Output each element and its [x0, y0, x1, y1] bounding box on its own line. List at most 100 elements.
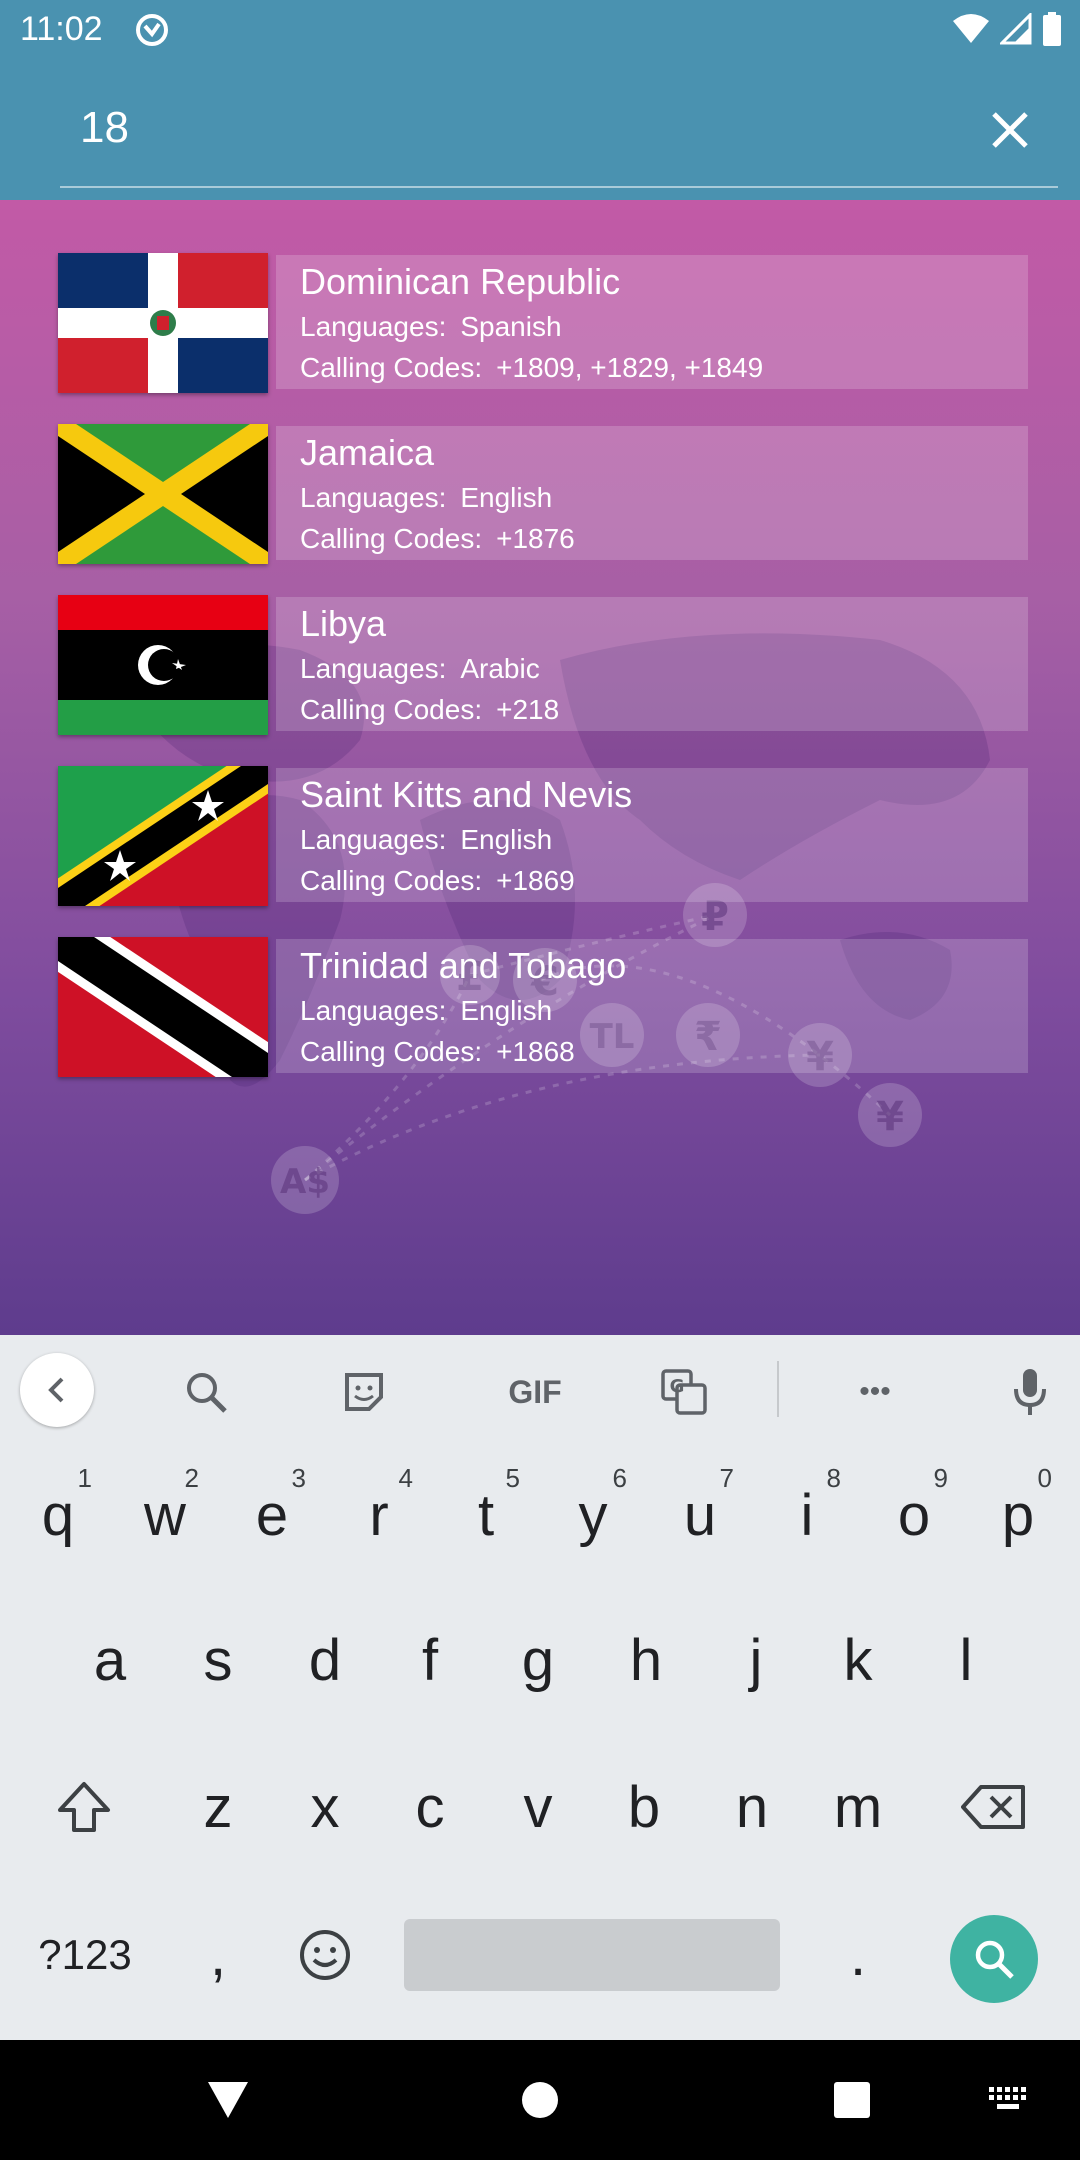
emoji-key[interactable] [277, 1895, 373, 2015]
comma-key[interactable]: , [170, 1895, 266, 2015]
key-u[interactable]: u7 [652, 1455, 748, 1575]
key-label: r [369, 1482, 389, 1548]
key-label: u [683, 1482, 717, 1548]
list-item[interactable]: Dominican Republic Languages: Spanish Cal… [58, 253, 1028, 393]
emoji-icon [300, 1930, 350, 1980]
key-hint: 9 [933, 1463, 948, 1493]
sticker-button[interactable] [329, 1357, 399, 1427]
key-hint: 3 [291, 1463, 306, 1493]
key-j[interactable]: j [708, 1600, 804, 1720]
key-q[interactable]: q1 [10, 1455, 106, 1575]
key-o[interactable]: o9 [866, 1455, 962, 1575]
list-item[interactable]: Saint Kitts and Nevis Languages: English … [58, 766, 1028, 906]
key-p[interactable]: p0 [970, 1455, 1066, 1575]
results-list[interactable]: ₽ £ € TL ₹ ¥ ¥ A$ Dominican Republic Lan… [0, 200, 1080, 1335]
collapse-toolbar-button[interactable] [20, 1353, 94, 1427]
key-a[interactable]: a [62, 1600, 158, 1720]
search-input[interactable] [80, 98, 940, 158]
key-s[interactable]: s [170, 1600, 266, 1720]
back-button[interactable] [198, 2070, 258, 2130]
key-n[interactable]: n [704, 1747, 800, 1867]
key-hint: 0 [1037, 1463, 1052, 1493]
country-card: Trinidad and Tobago Languages: English Ca… [276, 939, 1028, 1073]
period-key[interactable]: . [810, 1895, 906, 2015]
calling-codes-label: Calling Codes: [300, 523, 483, 554]
key-x[interactable]: x [277, 1747, 373, 1867]
battery-icon [1043, 12, 1061, 46]
key-label: y [578, 1482, 608, 1548]
search-action-key[interactable] [950, 1915, 1038, 2003]
clear-search-button[interactable] [980, 100, 1040, 160]
key-label: p [1001, 1482, 1035, 1548]
keyboard-switch-button[interactable] [978, 2070, 1038, 2130]
languages-value: Spanish [460, 311, 562, 342]
key-d[interactable]: d [277, 1600, 373, 1720]
voice-input-button[interactable] [995, 1357, 1065, 1427]
languages-value: English [460, 482, 553, 513]
country-name: Saint Kitts and Nevis [300, 774, 633, 815]
libya-flag [58, 595, 268, 735]
key-l[interactable]: l [918, 1600, 1014, 1720]
calling-codes-label: Calling Codes: [300, 694, 483, 725]
key-z[interactable]: z [170, 1747, 266, 1867]
key-e[interactable]: e3 [224, 1455, 320, 1575]
key-t[interactable]: t5 [438, 1455, 534, 1575]
calling-codes-line: Calling Codes: +218 [300, 694, 559, 726]
backspace-key[interactable] [946, 1747, 1042, 1867]
dominican-republic-flag [58, 253, 268, 393]
languages-line: Languages: English [300, 995, 552, 1027]
key-f[interactable]: f [382, 1600, 478, 1720]
list-item[interactable]: Libya Languages: Arabic Calling Codes: +21… [58, 595, 1028, 735]
languages-label: Languages: [300, 824, 447, 855]
home-button[interactable] [510, 2070, 570, 2130]
space-key[interactable] [404, 1919, 780, 1991]
key-label: o [897, 1482, 931, 1548]
key-h[interactable]: h [598, 1600, 694, 1720]
list-item[interactable]: Trinidad and Tobago Languages: English Ca… [58, 937, 1028, 1077]
symbols-key[interactable]: ?123 [30, 1919, 140, 1991]
key-label: w [144, 1482, 186, 1548]
recents-button[interactable] [822, 2070, 882, 2130]
wifi-icon [953, 14, 989, 43]
shift-icon [58, 1782, 110, 1832]
key-y[interactable]: y6 [545, 1455, 641, 1575]
sync-icon [136, 14, 168, 46]
yen-symbol: ¥ [876, 1094, 904, 1140]
key-r[interactable]: r4 [331, 1455, 427, 1575]
status-icons [952, 12, 1062, 46]
calling-codes-value: +218 [496, 694, 560, 725]
translate-button[interactable]: G [649, 1357, 719, 1427]
languages-line: Languages: English [300, 824, 552, 856]
list-item[interactable]: Jamaica Languages: English Calling Codes:… [58, 424, 1028, 564]
calling-codes-value: +1868 [496, 1036, 575, 1067]
jamaica-flag [58, 424, 268, 564]
key-i[interactable]: i8 [759, 1455, 855, 1575]
key-k[interactable]: k [810, 1600, 906, 1720]
status-time: 11:02 [20, 10, 103, 48]
shift-key[interactable] [36, 1747, 132, 1867]
country-card: Saint Kitts and Nevis Languages: English … [276, 768, 1028, 902]
keyboard-icon [989, 2087, 1026, 2109]
country-name: Jamaica [300, 432, 435, 473]
calling-codes-label: Calling Codes: [300, 352, 483, 383]
key-w[interactable]: w2 [117, 1455, 213, 1575]
calling-codes-line: Calling Codes: +1809, +1829, +1849 [300, 352, 763, 384]
gif-button[interactable]: GIF [485, 1357, 585, 1427]
languages-value: English [460, 824, 553, 855]
calling-codes-label: Calling Codes: [300, 865, 483, 896]
country-name: Trinidad and Tobago [300, 945, 627, 986]
languages-label: Languages: [300, 311, 447, 342]
key-label: i [800, 1482, 814, 1548]
key-v[interactable]: v [490, 1747, 586, 1867]
key-m[interactable]: m [810, 1747, 906, 1867]
keyboard-search-button[interactable] [171, 1357, 241, 1427]
key-g[interactable]: g [490, 1600, 586, 1720]
search-header: 11:02 [0, 0, 1080, 200]
languages-line: Languages: Spanish [300, 311, 562, 343]
languages-value: English [460, 995, 553, 1026]
key-b[interactable]: b [596, 1747, 692, 1867]
more-options-button[interactable]: ••• [840, 1357, 910, 1427]
key-c[interactable]: c [382, 1747, 478, 1867]
key-hint: 7 [719, 1463, 734, 1493]
calling-codes-line: Calling Codes: +1868 [300, 1036, 575, 1068]
